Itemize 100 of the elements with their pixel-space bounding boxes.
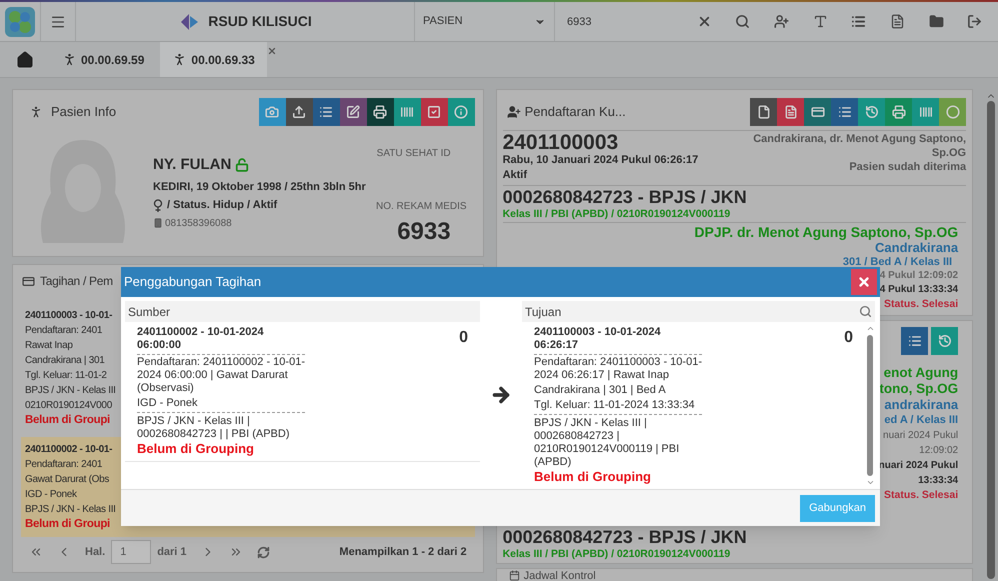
amount-text: 0 bbox=[459, 328, 468, 348]
history-button[interactable] bbox=[858, 98, 886, 126]
scroll-up-icon[interactable] bbox=[866, 324, 874, 333]
column-header: Sumber bbox=[125, 301, 480, 322]
card-title: Tagihan / Pem bbox=[40, 273, 113, 290]
column-header: Tujuan bbox=[525, 304, 562, 320]
insurance-number: 0002680842723 - BPJS / JKN bbox=[502, 527, 748, 547]
barcode-icon bbox=[400, 105, 414, 119]
list-button[interactable] bbox=[901, 327, 928, 355]
payer-text: BPJS / JKN - Kelas III | 0002680842723 | | PBI (APBD) bbox=[137, 414, 290, 441]
pdf-button[interactable] bbox=[777, 98, 804, 126]
camera-icon bbox=[265, 105, 280, 119]
page-field[interactable]: 1 bbox=[111, 540, 152, 564]
ward-name: andrakirana bbox=[884, 397, 958, 413]
admission-time: 4 Pukul 12:09:02 bbox=[880, 269, 958, 283]
menu-button[interactable] bbox=[40, 2, 76, 41]
card-icon bbox=[22, 274, 35, 288]
close-tab-icon[interactable] bbox=[266, 46, 277, 56]
bill-line: Pendaftaran: 2401 bbox=[25, 458, 102, 472]
page-label: Hal. bbox=[85, 544, 106, 560]
history-button[interactable] bbox=[931, 327, 958, 355]
card-button[interactable] bbox=[804, 98, 832, 126]
calendar-icon bbox=[508, 570, 520, 581]
print-icon bbox=[373, 105, 388, 119]
upload-icon bbox=[292, 105, 306, 119]
upload-button[interactable] bbox=[286, 98, 313, 126]
grouping-status: Belum di Grouping bbox=[137, 441, 254, 457]
file-icon bbox=[756, 105, 771, 119]
ward-name: Candrakirana bbox=[875, 240, 958, 255]
list-button[interactable] bbox=[851, 14, 866, 29]
satu-sehat-label: SATU SEHAT ID bbox=[376, 147, 451, 161]
close-button[interactable] bbox=[851, 269, 877, 295]
check-icon bbox=[427, 105, 442, 119]
visit-status: Status. Selesai bbox=[884, 488, 958, 503]
visit-status: Status. Selesai bbox=[884, 297, 958, 311]
bed-info: 301 / Bed A / Kelas III bbox=[842, 255, 952, 269]
text-button[interactable] bbox=[812, 14, 828, 29]
pdf-icon bbox=[784, 105, 798, 119]
bed-info: ed A / Kelas III bbox=[884, 413, 958, 428]
menu-icon bbox=[50, 14, 66, 30]
circle-button[interactable] bbox=[939, 98, 966, 126]
grouping-status: Belum di Groupi bbox=[25, 517, 110, 532]
scroll-down-icon[interactable] bbox=[866, 478, 874, 487]
print-button[interactable] bbox=[366, 98, 394, 126]
grouping-status: Belum di Grouping bbox=[534, 469, 651, 485]
list-button[interactable] bbox=[312, 98, 340, 126]
insurance-detail: Kelas III / PBI (APBD) / 0210R0190124V000119 bbox=[502, 207, 732, 221]
file-button[interactable] bbox=[750, 98, 778, 126]
refresh-icon bbox=[256, 546, 270, 558]
search-button[interactable] bbox=[735, 14, 750, 29]
female-icon bbox=[153, 198, 163, 212]
add-user-button[interactable] bbox=[774, 14, 790, 29]
logout-button[interactable] bbox=[967, 14, 982, 29]
folder-icon bbox=[928, 14, 944, 29]
bill-title: 2401100003 - 10-01-2024 06:26:17 bbox=[534, 326, 702, 355]
person-icon bbox=[62, 52, 77, 67]
document-button[interactable] bbox=[890, 14, 905, 29]
circle-icon bbox=[946, 105, 960, 119]
search-icon bbox=[735, 14, 750, 29]
search-field[interactable]: 6933 bbox=[555, 2, 685, 41]
home-icon bbox=[16, 50, 34, 68]
phone-number: 081358396088 bbox=[165, 216, 232, 230]
edit-button[interactable] bbox=[340, 98, 367, 126]
bill-detail: Candrakirana | 301 | Bed A bbox=[534, 383, 667, 398]
registration-state: Aktif bbox=[502, 168, 528, 183]
check-button[interactable] bbox=[420, 98, 448, 126]
bill-line: Gawat Darurat (Obs bbox=[25, 473, 110, 487]
payer-text: BPJS / JKN - Kelas III | 0002680842723 | 0210R0190124V000119 | PBI (APBD) bbox=[534, 416, 680, 469]
bill-line: Tgl. Keluar: 11-01-2 bbox=[25, 369, 107, 383]
refresh-button[interactable] bbox=[256, 546, 270, 558]
discharge-time: 4 Pukul 13:33:34 bbox=[880, 283, 958, 297]
search-type-select[interactable]: PASIEN bbox=[415, 2, 555, 41]
patient-tab[interactable]: 00.00.69.59 bbox=[50, 42, 156, 77]
list-icon bbox=[838, 105, 852, 119]
bill-line: Pendaftaran: 2401 bbox=[25, 324, 102, 338]
bill-title: 2401100002 - 10-01-2024 06:00:00 bbox=[137, 326, 305, 355]
amount-text: 0 bbox=[844, 328, 853, 348]
discharge-time: nuari 2024 Pukul bbox=[878, 459, 958, 473]
bill-line: BPJS / JKN - Kelas III bbox=[25, 384, 116, 398]
admission-time: nuari 2024 Pukul bbox=[883, 429, 958, 443]
card-title: Pendaftaran Ku... bbox=[524, 103, 626, 122]
discharge-time: 13:33:34 bbox=[918, 474, 958, 488]
list-icon bbox=[851, 14, 866, 29]
list-icon bbox=[908, 334, 922, 348]
document-icon bbox=[890, 14, 905, 29]
search-icon[interactable] bbox=[859, 305, 872, 318]
admission-time: 12:09:02 bbox=[919, 444, 958, 458]
bill-detail: Pendaftaran: 2401100003 - 10-01-2024 06:26:17 | Rawat Inap bbox=[534, 355, 702, 383]
folder-button[interactable] bbox=[928, 14, 944, 29]
list-button[interactable] bbox=[831, 98, 858, 126]
bill-line: Rawat Inap bbox=[25, 339, 73, 353]
barcode-button[interactable] bbox=[912, 98, 940, 126]
page-summary: Menampilkan 1 - 2 dari 2 bbox=[339, 544, 467, 560]
accept-status: Pasien sudah diterima bbox=[848, 160, 966, 174]
status-info: / Status. Hidup / Aktif bbox=[167, 198, 278, 213]
registration-number: 2401100003 bbox=[502, 132, 620, 153]
info-button[interactable] bbox=[448, 98, 475, 126]
app-logo bbox=[5, 6, 35, 36]
person-icon bbox=[29, 105, 43, 119]
bill-line: 0210R0190124V000 bbox=[25, 399, 112, 413]
